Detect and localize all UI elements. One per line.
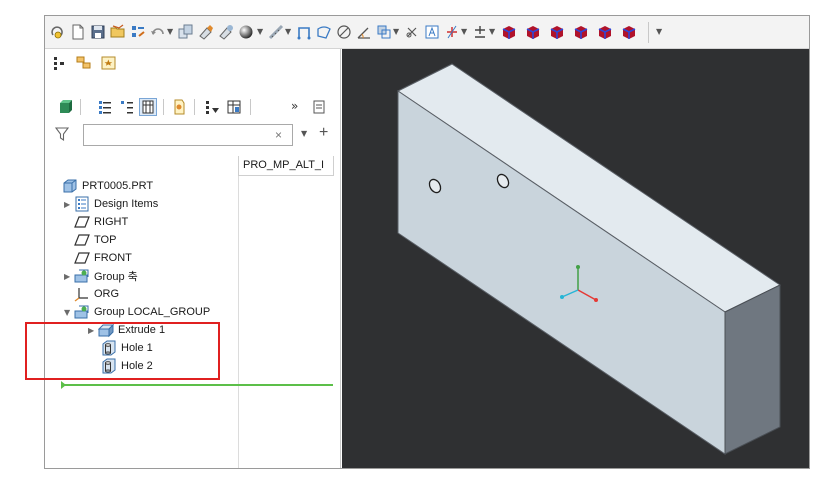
expand-arrow-icon[interactable]: ▶ (64, 272, 74, 281)
tree-columns-icon[interactable] (226, 99, 242, 115)
open-icon[interactable] (110, 24, 126, 40)
view-cube-icon[interactable] (597, 24, 613, 40)
tree-filter-input[interactable] (83, 124, 293, 146)
sphere-icon[interactable] (238, 24, 254, 40)
design-items-icon (75, 196, 89, 212)
toolbar-separator (648, 22, 649, 43)
quick-access-toolbar: ▼ ▼ ▼ ▼ ▼ ▼ ▼ (45, 16, 809, 49)
tree-item-org[interactable]: ORG (74, 285, 119, 303)
group-icon (74, 269, 89, 283)
group-icon (74, 305, 89, 319)
plus-minus-dropdown-icon[interactable]: ▼ (489, 27, 495, 36)
tree-item-top-plane[interactable]: TOP (74, 231, 116, 249)
datum-icon[interactable] (296, 24, 312, 40)
appearance-dropdown-icon[interactable]: ▼ (257, 27, 263, 36)
tool-separator (163, 99, 164, 115)
undo-dropdown-icon[interactable]: ▼ (167, 27, 173, 36)
part-display-icon[interactable] (57, 99, 73, 115)
filter-icon[interactable] (55, 126, 69, 142)
clear-filter-icon[interactable]: × (275, 128, 282, 142)
tree-item-label: Group LOCAL_GROUP (94, 306, 211, 318)
model-tree-settings-icon[interactable] (130, 24, 146, 40)
tool-separator (250, 99, 251, 115)
expand-arrow-icon[interactable]: ▶ (64, 200, 74, 209)
highlight-box (25, 322, 220, 380)
view-dropdown-icon[interactable]: ▼ (393, 27, 399, 36)
filter-tree-icon[interactable] (204, 99, 220, 115)
tolerance-dropdown-icon[interactable]: ▼ (461, 27, 467, 36)
model-tree-tab[interactable] (52, 56, 68, 70)
tree-item-label: ORG (94, 288, 120, 300)
save-icon[interactable] (90, 24, 106, 40)
datum-plane-icon (74, 216, 90, 228)
copy-icon[interactable] (178, 24, 194, 40)
view-cube-icon[interactable] (621, 24, 637, 40)
plus-minus-icon[interactable] (472, 24, 488, 40)
view-cube-icon[interactable] (549, 24, 565, 40)
tree-item-label: Design Items (94, 198, 159, 210)
part-icon (63, 179, 77, 193)
datum-plane-icon (74, 252, 90, 264)
tree-options-icon[interactable] (311, 99, 327, 115)
column-divider (238, 176, 239, 468)
application-window: ▼ ▼ ▼ ▼ ▼ ▼ ▼ » × ▼ + PRO_MP_ALT_I PRT00… (44, 15, 810, 469)
datum-plane-icon (74, 234, 90, 246)
tool-separator (80, 99, 81, 115)
coordinate-system-icon (74, 288, 88, 302)
column-header-pro-mp-alt[interactable]: PRO_MP_ALT_I (238, 156, 334, 176)
layer-tree-tab[interactable] (76, 56, 92, 70)
view-cube-icon[interactable] (525, 24, 541, 40)
show-columns-icon[interactable] (139, 98, 157, 116)
tree-item-label: PRT0005.PRT (82, 180, 154, 192)
measure-dropdown-icon[interactable]: ▼ (285, 27, 291, 36)
collapse-all-icon[interactable] (119, 99, 135, 115)
collapse-arrow-icon[interactable]: ▼ (64, 308, 74, 317)
tree-item-right-plane[interactable]: RIGHT (74, 213, 128, 231)
circle-icon[interactable] (336, 24, 352, 40)
measure-icon[interactable] (268, 24, 284, 40)
new-icon[interactable] (70, 24, 86, 40)
tree-item-front-plane[interactable]: FRONT (74, 249, 132, 267)
part-side-face[interactable] (724, 284, 781, 455)
annotation-icon[interactable] (424, 24, 440, 40)
tree-item-local-group[interactable]: ▼ Group LOCAL_GROUP (64, 303, 210, 321)
model-tree-panel: » × ▼ + PRO_MP_ALT_I PRT0005.PRT ▶ Desig… (45, 49, 341, 468)
view-cube-icon[interactable] (501, 24, 517, 40)
sketch-icon[interactable] (316, 24, 332, 40)
tree-item-group-axis[interactable]: ▶ Group 축 (64, 267, 138, 285)
graphics-viewport[interactable] (342, 49, 809, 469)
tree-item-label: FRONT (94, 252, 132, 264)
undo-icon[interactable] (150, 24, 166, 40)
tolerance-icon[interactable] (444, 24, 460, 40)
paint-icon[interactable] (198, 24, 214, 40)
favorites-tab[interactable] (101, 56, 117, 70)
angle-icon[interactable] (356, 24, 372, 40)
view-cube-icon[interactable] (573, 24, 589, 40)
expand-all-icon[interactable] (97, 99, 113, 115)
tree-item-label: RIGHT (94, 216, 129, 228)
close-window-icon[interactable] (404, 24, 420, 40)
tree-item-label: TOP (94, 234, 117, 246)
add-filter-icon[interactable]: + (319, 124, 328, 142)
tree-item-part[interactable]: PRT0005.PRT (62, 177, 153, 195)
settings-icon[interactable] (171, 99, 187, 115)
filter-dropdown-icon[interactable]: ▼ (301, 129, 307, 138)
insert-here-marker[interactable] (61, 384, 333, 386)
customize-toolbar-icon[interactable]: ▼ (656, 27, 662, 36)
tool-separator (194, 99, 195, 115)
tree-item-label: Group 축 (94, 271, 138, 283)
model-canvas[interactable] (342, 49, 809, 469)
overflow-chevron-icon[interactable]: » (291, 99, 298, 113)
appearance-icon[interactable] (218, 24, 234, 40)
view-icon[interactable] (376, 24, 392, 40)
regenerate-icon[interactable] (50, 24, 66, 40)
tree-item-design-items[interactable]: ▶ Design Items (64, 195, 158, 213)
